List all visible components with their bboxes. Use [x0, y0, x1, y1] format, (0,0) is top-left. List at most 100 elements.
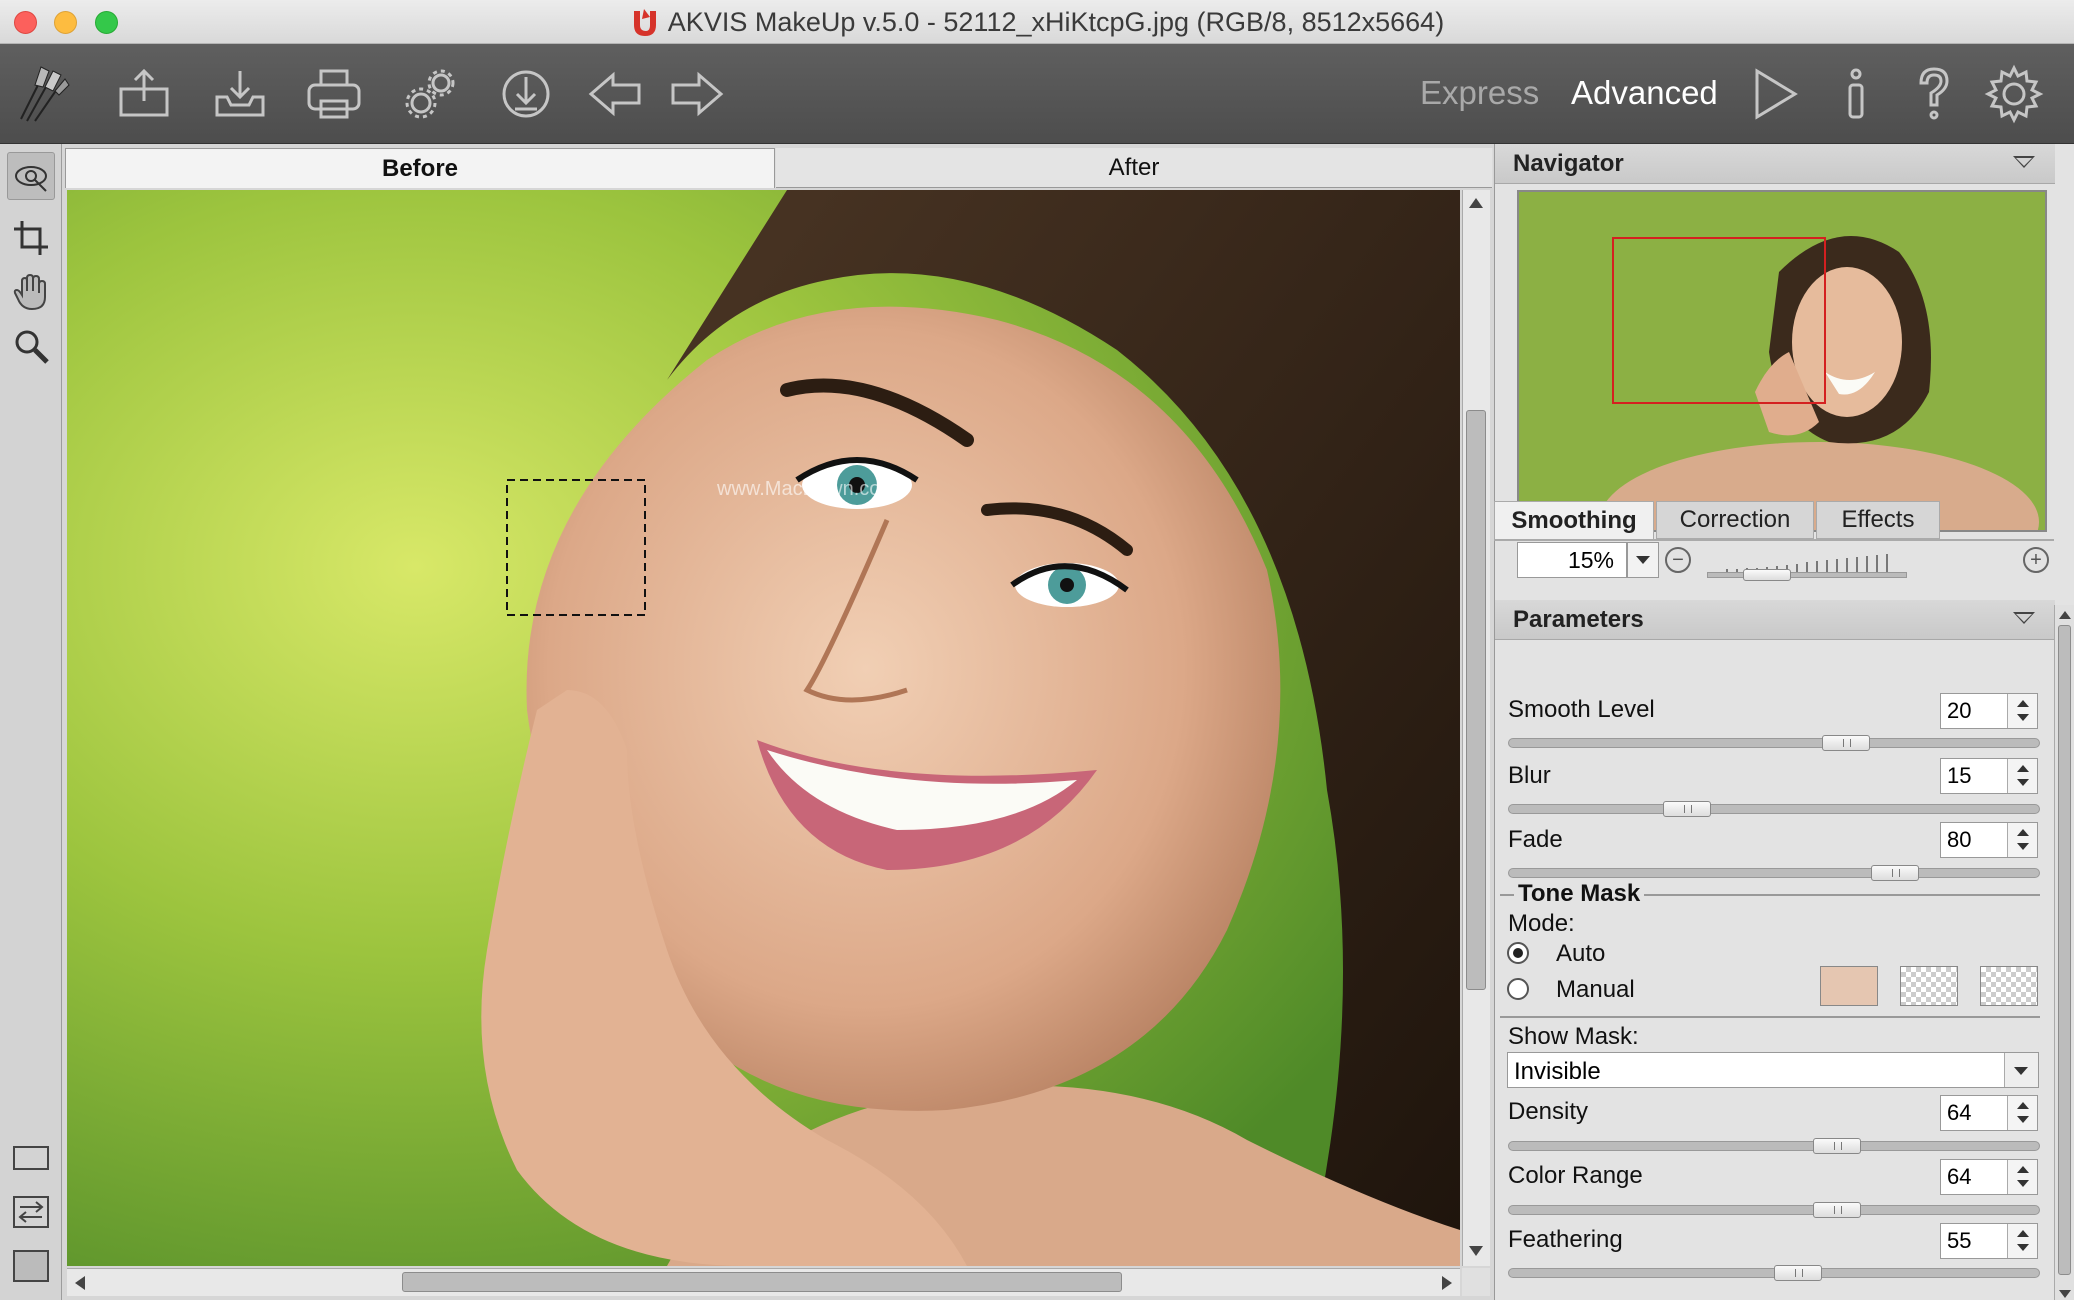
- preferences-gear-icon[interactable]: [1978, 58, 2050, 130]
- color-range-spinner[interactable]: 64: [1940, 1159, 2038, 1195]
- advanced-mode-button[interactable]: Advanced: [1571, 74, 1718, 112]
- print-icon[interactable]: [298, 58, 370, 130]
- zoom-slider[interactable]: [1707, 552, 1907, 581]
- feathering-slider-thumb[interactable]: [1774, 1265, 1822, 1281]
- scroll-down-arrow-icon[interactable]: [2059, 1290, 2071, 1298]
- main-toolbar: Express Advanced: [0, 44, 2074, 144]
- share-icon[interactable]: [490, 58, 562, 130]
- fade-slider[interactable]: [1508, 865, 2040, 881]
- hand-tool-icon[interactable]: [7, 268, 55, 316]
- open-image-icon[interactable]: [108, 58, 180, 130]
- feathering-value[interactable]: 55: [1947, 1228, 1971, 1254]
- help-icon[interactable]: [1898, 58, 1970, 130]
- stepper-arrows-icon[interactable]: [2007, 1096, 2037, 1130]
- title-container: AKVIS MakeUp v.5.0 - 52112_xHiKtcpG.jpg …: [0, 0, 2074, 44]
- stepper-arrows-icon[interactable]: [2007, 823, 2037, 857]
- collapse-chevron-icon[interactable]: [2013, 156, 2035, 168]
- navigator-header[interactable]: Navigator: [1495, 144, 2055, 184]
- navigator-preview[interactable]: [1517, 190, 2047, 532]
- info-icon[interactable]: [1820, 58, 1892, 130]
- batch-processing-icon[interactable]: [394, 58, 466, 130]
- color-range-slider-thumb[interactable]: [1813, 1202, 1861, 1218]
- parameters-header[interactable]: Parameters: [1495, 600, 2055, 640]
- collapse-chevron-icon[interactable]: [2013, 612, 2035, 624]
- feathering-spinner[interactable]: 55: [1940, 1223, 2038, 1259]
- navigator-thumbnail: [1519, 192, 2045, 530]
- stepper-arrows-icon[interactable]: [2007, 759, 2037, 793]
- crop-tool-icon[interactable]: [7, 214, 55, 262]
- skin-color-swatch[interactable]: [1820, 966, 1878, 1006]
- split-view-icon[interactable]: [7, 1242, 55, 1290]
- density-label: Density: [1508, 1098, 1589, 1125]
- tab-smoothing[interactable]: Smoothing: [1494, 501, 1654, 539]
- density-slider-thumb[interactable]: [1813, 1138, 1861, 1154]
- stepper-arrows-icon[interactable]: [2007, 694, 2037, 728]
- swap-view-icon[interactable]: [7, 1188, 55, 1236]
- blur-spinner[interactable]: 15: [1940, 758, 2038, 794]
- vertical-scroll-thumb[interactable]: [1466, 410, 1486, 990]
- scroll-up-arrow-icon[interactable]: [1469, 198, 1483, 208]
- dropdown-arrow-icon: [1636, 556, 1650, 564]
- empty-color-swatch[interactable]: [1900, 966, 1958, 1006]
- show-mask-select[interactable]: Invisible: [1507, 1052, 2039, 1088]
- single-view-icon[interactable]: [7, 1134, 55, 1182]
- smooth-level-slider[interactable]: [1508, 735, 2040, 751]
- zoom-out-icon[interactable]: −: [1665, 547, 1691, 573]
- zoom-slider-track[interactable]: [1707, 572, 1907, 578]
- zoom-dropdown-button[interactable]: [1627, 542, 1659, 578]
- scroll-left-arrow-icon[interactable]: [75, 1276, 85, 1290]
- undo-arrow-icon[interactable]: [580, 58, 652, 130]
- dropdown-arrow-icon: [2014, 1067, 2028, 1075]
- save-image-icon[interactable]: [204, 58, 276, 130]
- smooth-level-slider-thumb[interactable]: [1822, 735, 1870, 751]
- stepper-arrows-icon[interactable]: [2007, 1160, 2037, 1194]
- scroll-right-arrow-icon[interactable]: [1442, 1276, 1452, 1290]
- auto-label[interactable]: Auto: [1556, 940, 1605, 968]
- zoom-tool-icon[interactable]: [7, 322, 55, 370]
- redo-arrow-icon[interactable]: [660, 58, 732, 130]
- smooth-level-value[interactable]: 20: [1947, 698, 1971, 724]
- feathering-slider[interactable]: [1508, 1265, 2040, 1281]
- color-range-slider[interactable]: [1508, 1202, 2040, 1218]
- parameters-title: Parameters: [1513, 605, 1644, 633]
- resize-corner[interactable]: [1462, 1268, 1490, 1296]
- makeup-brushes-icon[interactable]: [6, 58, 78, 130]
- horizontal-scroll-thumb[interactable]: [402, 1272, 1122, 1292]
- fade-spinner[interactable]: 80: [1940, 822, 2038, 858]
- fade-slider-thumb[interactable]: [1871, 865, 1919, 881]
- parameters-scrollbar[interactable]: [2054, 605, 2074, 1300]
- zoom-level-field[interactable]: 15%: [1517, 542, 1627, 578]
- blur-slider[interactable]: [1508, 801, 2040, 817]
- retouch-brush-tool-icon[interactable]: [7, 152, 55, 200]
- vertical-scrollbar[interactable]: [1462, 190, 1490, 1266]
- blur-value[interactable]: 15: [1947, 763, 1971, 789]
- manual-radio[interactable]: [1507, 978, 1529, 1000]
- run-icon[interactable]: [1738, 58, 1810, 130]
- fade-value[interactable]: 80: [1947, 827, 1971, 853]
- express-mode-button[interactable]: Express: [1420, 74, 1539, 112]
- stepper-arrows-icon[interactable]: [2007, 1224, 2037, 1258]
- image-canvas[interactable]: www.MacDown.com: [67, 190, 1460, 1266]
- color-range-value[interactable]: 64: [1947, 1164, 1971, 1190]
- density-spinner[interactable]: 64: [1940, 1095, 2038, 1131]
- smooth-level-spinner[interactable]: 20: [1940, 693, 2038, 729]
- color-range-label: Color Range: [1508, 1162, 1643, 1189]
- horizontal-scrollbar[interactable]: [67, 1268, 1460, 1296]
- empty-color-swatch[interactable]: [1980, 966, 2038, 1006]
- window-title: AKVIS MakeUp v.5.0 - 52112_xHiKtcpG.jpg …: [667, 6, 1445, 37]
- tab-correction[interactable]: Correction: [1656, 501, 1814, 539]
- density-value[interactable]: 64: [1947, 1100, 1971, 1126]
- manual-label[interactable]: Manual: [1556, 976, 1635, 1004]
- tab-after[interactable]: After: [776, 148, 1492, 188]
- scroll-up-arrow-icon[interactable]: [2059, 611, 2071, 619]
- scroll-down-arrow-icon[interactable]: [1469, 1246, 1483, 1256]
- blur-slider-thumb[interactable]: [1663, 801, 1711, 817]
- zoom-slider-thumb[interactable]: [1743, 569, 1791, 581]
- tab-effects[interactable]: Effects: [1816, 501, 1940, 539]
- density-slider[interactable]: [1508, 1138, 2040, 1154]
- parameters-scroll-thumb[interactable]: [2058, 625, 2071, 1275]
- auto-radio[interactable]: [1507, 942, 1529, 964]
- tab-divider: [1494, 539, 2054, 541]
- tab-before[interactable]: Before: [65, 148, 775, 188]
- zoom-in-icon[interactable]: +: [2023, 547, 2049, 573]
